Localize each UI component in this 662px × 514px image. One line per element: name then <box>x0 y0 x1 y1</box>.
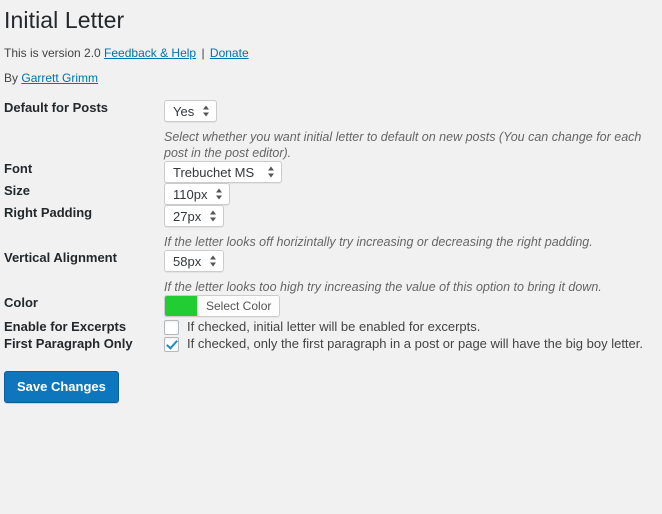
row-first-paragraph-only: First Paragraph Only If checked, only th… <box>4 336 656 353</box>
font-select[interactable]: Trebuchet MS <box>164 161 282 183</box>
page-title: Initial Letter <box>4 7 125 33</box>
settings-page: Initial Letter This is version 2.0 Feedb… <box>0 0 662 403</box>
author-line: By Garrett Grimm <box>4 70 652 86</box>
row-font: Font Trebuchet MS <box>4 161 656 183</box>
save-changes-button[interactable]: Save Changes <box>4 370 119 403</box>
select-color-label: Select Color <box>197 296 280 316</box>
label-vertical-alignment: Vertical Alignment <box>4 250 117 265</box>
vertical-alignment-description: If the letter looks too high try increas… <box>164 280 602 294</box>
vertical-alignment-value: 58px <box>173 254 202 269</box>
version-text: This is version 2.0 <box>4 46 101 60</box>
size-select[interactable]: 110px <box>164 183 231 205</box>
select-arrows-icon <box>210 255 217 268</box>
label-font: Font <box>4 161 33 176</box>
feedback-help-link[interactable]: Feedback & Help <box>104 46 196 60</box>
row-color: Color Select Color <box>4 295 656 319</box>
select-arrows-icon <box>203 105 210 118</box>
label-color: Color <box>4 295 38 310</box>
label-size: Size <box>4 183 31 198</box>
submit-area: Save Changes <box>4 353 652 403</box>
donate-link[interactable]: Donate <box>210 46 249 60</box>
first-paragraph-only-checkbox[interactable] <box>164 336 179 352</box>
author-link[interactable]: Garrett Grimm <box>21 71 98 85</box>
label-default-for-posts: Default for Posts <box>4 100 109 115</box>
label-first-paragraph-only: First Paragraph Only <box>4 335 133 351</box>
color-swatch <box>165 296 197 316</box>
size-value: 110px <box>173 187 208 202</box>
default-for-posts-description: Select whether you want initial letter t… <box>164 130 642 160</box>
label-enable-for-excerpts: Enable for Excerpts <box>4 319 127 334</box>
default-for-posts-select[interactable]: Yes <box>164 100 218 122</box>
font-value: Trebuchet MS <box>173 165 255 180</box>
right-padding-select[interactable]: 27px <box>164 205 225 227</box>
first-paragraph-only-text: If checked, only the first paragraph in … <box>187 335 643 351</box>
select-arrows-icon <box>210 210 217 223</box>
default-for-posts-value: Yes <box>173 104 195 119</box>
vertical-alignment-select[interactable]: 58px <box>164 250 225 272</box>
settings-form-table: Default for Posts Yes Select whether you… <box>4 100 656 353</box>
enable-for-excerpts-checkbox[interactable] <box>164 320 179 335</box>
right-padding-description: If the letter looks off horizintally try… <box>164 235 593 249</box>
label-right-padding: Right Padding <box>4 205 93 220</box>
select-color-button[interactable]: Select Color <box>164 295 281 317</box>
first-paragraph-only-control: If checked, only the first paragraph in … <box>164 336 656 352</box>
enable-for-excerpts-text: If checked, initial letter will be enabl… <box>187 319 481 334</box>
right-padding-value: 27px <box>173 209 202 224</box>
version-line: This is version 2.0 Feedback & Help | Do… <box>4 45 652 61</box>
row-default-for-posts: Default for Posts Yes Select whether you… <box>4 100 656 161</box>
row-enable-for-excerpts: Enable for Excerpts If checked, initial … <box>4 319 656 336</box>
row-right-padding: Right Padding 27px If the letter looks o… <box>4 205 656 250</box>
row-vertical-alignment: Vertical Alignment 58px If the letter lo… <box>4 250 656 295</box>
select-arrows-icon <box>268 166 275 179</box>
select-arrows-icon <box>216 188 223 201</box>
link-separator: | <box>201 46 205 60</box>
row-size: Size 110px <box>4 183 656 205</box>
author-prefix: By <box>4 71 19 85</box>
enable-for-excerpts-control: If checked, initial letter will be enabl… <box>164 319 656 335</box>
